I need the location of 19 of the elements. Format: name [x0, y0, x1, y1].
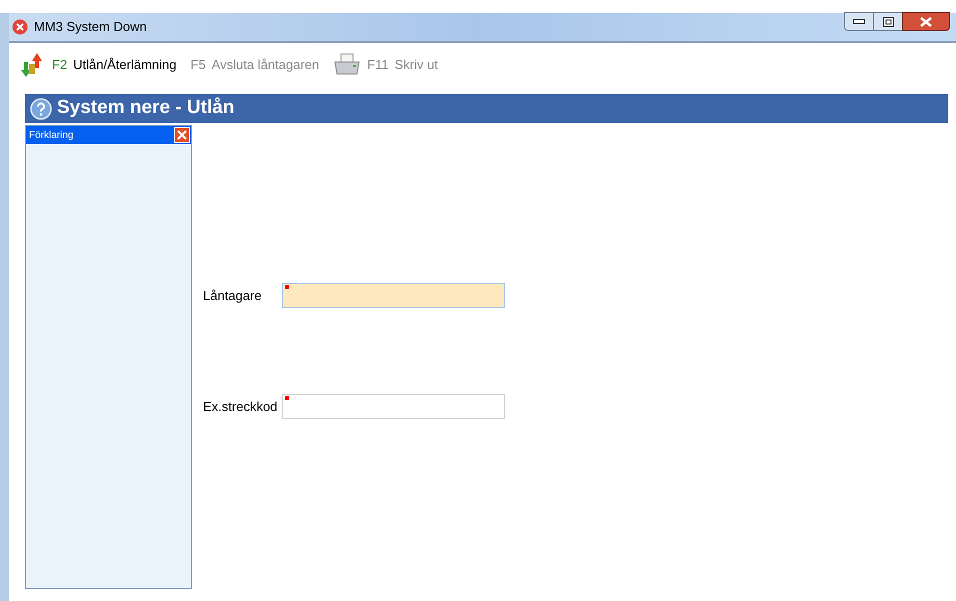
input-field[interactable] — [282, 394, 505, 419]
field-label: Ex.streckkod — [203, 398, 278, 416]
close-icon — [920, 16, 932, 26]
header-title: System nere - Utlån — [57, 96, 234, 120]
help-icon — [30, 98, 52, 120]
sidebar-title: Förklaring — [29, 128, 74, 142]
field-label: Låntagare — [203, 286, 263, 305]
required-marker — [285, 396, 289, 400]
window-title: MM3 System Down — [34, 18, 147, 36]
maximize-icon — [882, 16, 894, 26]
close-button[interactable] — [902, 12, 950, 31]
input-field[interactable] — [282, 283, 505, 308]
close-icon — [177, 130, 187, 140]
maximize-button[interactable] — [874, 12, 902, 31]
minimize-icon — [853, 19, 865, 24]
required-marker — [285, 285, 289, 289]
error-icon — [12, 19, 28, 35]
toolbar-button[interactable]: F2 Utlån/Återlämning — [20, 52, 176, 78]
minimize-button[interactable] — [844, 12, 874, 31]
